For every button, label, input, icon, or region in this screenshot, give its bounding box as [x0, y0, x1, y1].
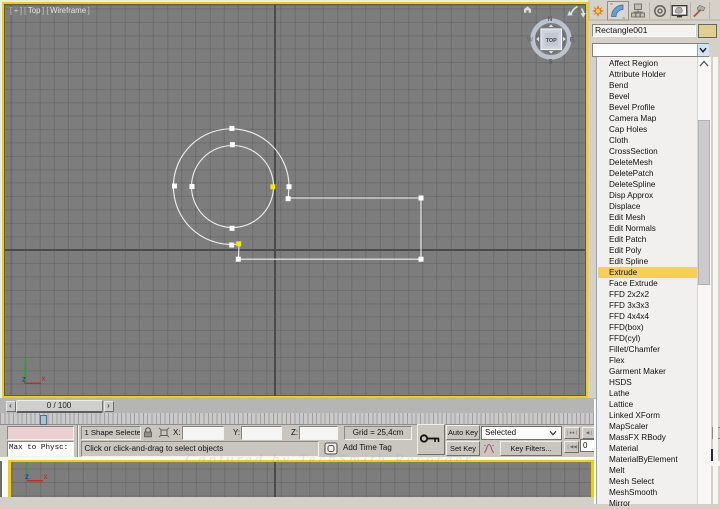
svg-text:N: N: [548, 16, 553, 23]
svg-text:TOP: TOP: [546, 38, 557, 44]
svg-text:W: W: [527, 37, 534, 44]
svg-text:y: y: [23, 355, 27, 364]
svg-text:E: E: [570, 37, 575, 44]
svg-text:z: z: [22, 375, 26, 384]
svg-text:x: x: [44, 472, 48, 481]
svg-text:z: z: [25, 472, 29, 481]
svg-text:x: x: [42, 374, 46, 383]
svg-text:S: S: [548, 59, 553, 66]
